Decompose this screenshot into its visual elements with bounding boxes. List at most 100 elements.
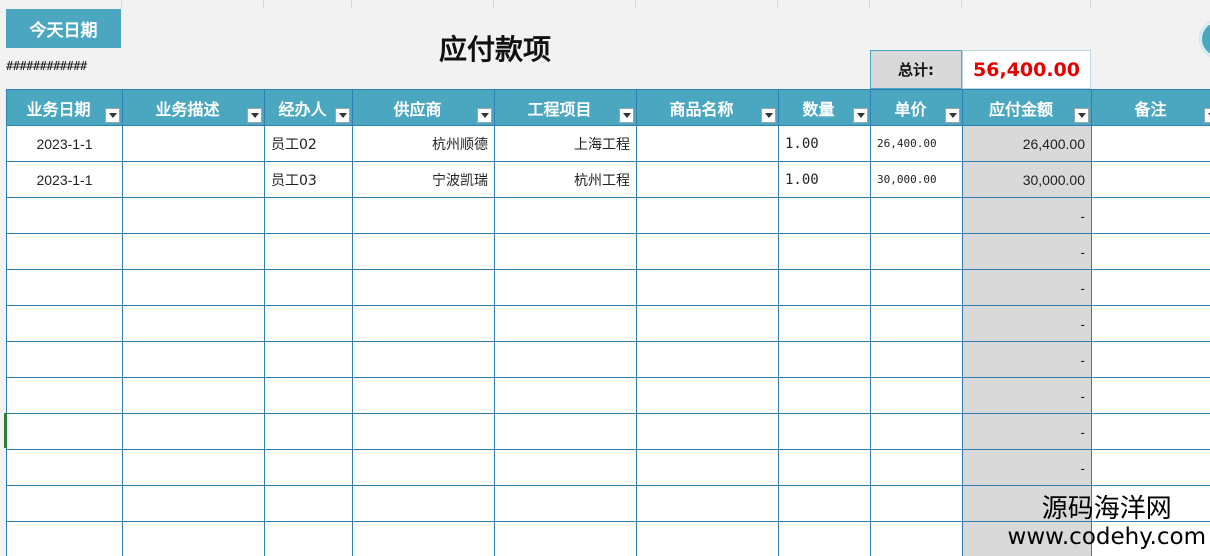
cell-unit-price[interactable]	[870, 197, 963, 234]
cell-supplier[interactable]	[352, 197, 495, 234]
cell-supplier[interactable]: 杭州顺德	[352, 125, 495, 162]
cell-product-name[interactable]	[636, 125, 779, 162]
cell-business-description[interactable]	[122, 521, 265, 556]
cell-business-description[interactable]	[122, 305, 265, 342]
cell-amount-payable[interactable]: -	[962, 197, 1092, 234]
cell-project[interactable]: 杭州工程	[494, 161, 637, 198]
cell-business-date[interactable]	[6, 305, 123, 342]
cell-business-description[interactable]	[122, 269, 265, 306]
cell-amount-payable[interactable]: -	[962, 341, 1092, 378]
cell-handler[interactable]	[264, 341, 353, 378]
cell-handler[interactable]	[264, 377, 353, 414]
cell-handler[interactable]	[264, 449, 353, 486]
cell-product-name[interactable]	[636, 413, 779, 450]
cell-business-date[interactable]	[6, 233, 123, 270]
cell-handler[interactable]	[264, 233, 353, 270]
cell-handler[interactable]: 员工02	[264, 125, 353, 162]
cell-supplier[interactable]	[352, 269, 495, 306]
cell-remarks[interactable]	[1091, 449, 1210, 486]
cell-project[interactable]	[494, 197, 637, 234]
cell-supplier[interactable]	[352, 485, 495, 522]
filter-dropdown-icon[interactable]	[853, 108, 868, 123]
cell-supplier[interactable]	[352, 521, 495, 556]
cell-project[interactable]	[494, 449, 637, 486]
filter-dropdown-icon[interactable]	[761, 108, 776, 123]
cell-amount-payable[interactable]: -	[962, 377, 1092, 414]
cell-quantity[interactable]	[778, 197, 871, 234]
cell-quantity[interactable]	[778, 521, 871, 556]
cell-unit-price[interactable]	[870, 413, 963, 450]
cell-unit-price[interactable]	[870, 233, 963, 270]
cell-quantity[interactable]	[778, 269, 871, 306]
cell-remarks[interactable]	[1091, 269, 1210, 306]
cell-quantity[interactable]	[778, 449, 871, 486]
cell-handler[interactable]: 员工03	[264, 161, 353, 198]
cell-remarks[interactable]	[1091, 233, 1210, 270]
cell-business-date[interactable]: 2023-1-1	[6, 161, 123, 198]
filter-dropdown-icon[interactable]	[619, 108, 634, 123]
cell-business-date[interactable]: 2023-1-1	[6, 125, 123, 162]
cell-amount-payable[interactable]: -	[962, 269, 1092, 306]
cell-project[interactable]	[494, 413, 637, 450]
cell-supplier[interactable]	[352, 305, 495, 342]
cell-product-name[interactable]	[636, 197, 779, 234]
cell-business-description[interactable]	[122, 485, 265, 522]
cell-unit-price[interactable]	[870, 377, 963, 414]
cell-handler[interactable]	[264, 521, 353, 556]
filter-dropdown-icon[interactable]	[477, 108, 492, 123]
cell-business-description[interactable]	[122, 197, 265, 234]
cell-business-date[interactable]	[6, 377, 123, 414]
cell-product-name[interactable]	[636, 161, 779, 198]
cell-supplier[interactable]	[352, 377, 495, 414]
cell-product-name[interactable]	[636, 233, 779, 270]
cell-supplier[interactable]	[352, 233, 495, 270]
cell-business-date[interactable]	[6, 341, 123, 378]
filter-dropdown-icon[interactable]	[247, 108, 262, 123]
cell-unit-price[interactable]	[870, 269, 963, 306]
cell-amount-payable[interactable]: 26,400.00	[962, 125, 1092, 162]
cell-remarks[interactable]	[1091, 413, 1210, 450]
cell-handler[interactable]	[264, 305, 353, 342]
filter-dropdown-icon[interactable]	[335, 108, 350, 123]
cell-remarks[interactable]	[1091, 377, 1210, 414]
filter-dropdown-icon[interactable]	[1074, 108, 1089, 123]
cell-business-description[interactable]	[122, 377, 265, 414]
cell-business-description[interactable]	[122, 233, 265, 270]
cell-handler[interactable]	[264, 485, 353, 522]
circle-shape-icon[interactable]	[1199, 19, 1210, 59]
cell-business-description[interactable]	[122, 125, 265, 162]
cell-unit-price[interactable]: 26,400.00	[870, 125, 963, 162]
cell-product-name[interactable]	[636, 305, 779, 342]
cell-amount-payable[interactable]: 30,000.00	[962, 161, 1092, 198]
cell-supplier[interactable]	[352, 341, 495, 378]
cell-product-name[interactable]	[636, 485, 779, 522]
cell-quantity[interactable]	[778, 413, 871, 450]
cell-unit-price[interactable]	[870, 485, 963, 522]
cell-unit-price[interactable]	[870, 449, 963, 486]
cell-unit-price[interactable]: 30,000.00	[870, 161, 963, 198]
cell-unit-price[interactable]	[870, 305, 963, 342]
cell-handler[interactable]	[264, 269, 353, 306]
filter-dropdown-icon[interactable]	[1204, 108, 1210, 123]
cell-business-description[interactable]	[122, 413, 265, 450]
cell-business-date[interactable]	[6, 197, 123, 234]
cell-business-date[interactable]	[6, 269, 123, 306]
cell-business-description[interactable]	[122, 449, 265, 486]
cell-business-date[interactable]	[6, 521, 123, 556]
cell-amount-payable[interactable]: -	[962, 449, 1092, 486]
cell-project[interactable]	[494, 341, 637, 378]
cell-remarks[interactable]	[1091, 305, 1210, 342]
cell-remarks[interactable]	[1091, 197, 1210, 234]
cell-supplier[interactable]	[352, 449, 495, 486]
cell-unit-price[interactable]	[870, 341, 963, 378]
cell-business-description[interactable]	[122, 161, 265, 198]
cell-quantity[interactable]	[778, 377, 871, 414]
cell-project[interactable]	[494, 485, 637, 522]
cell-project[interactable]	[494, 305, 637, 342]
cell-product-name[interactable]	[636, 449, 779, 486]
filter-dropdown-icon[interactable]	[945, 108, 960, 123]
cell-business-date[interactable]	[6, 413, 123, 450]
cell-product-name[interactable]	[636, 341, 779, 378]
cell-remarks[interactable]	[1091, 161, 1210, 198]
cell-amount-payable[interactable]: -	[962, 233, 1092, 270]
